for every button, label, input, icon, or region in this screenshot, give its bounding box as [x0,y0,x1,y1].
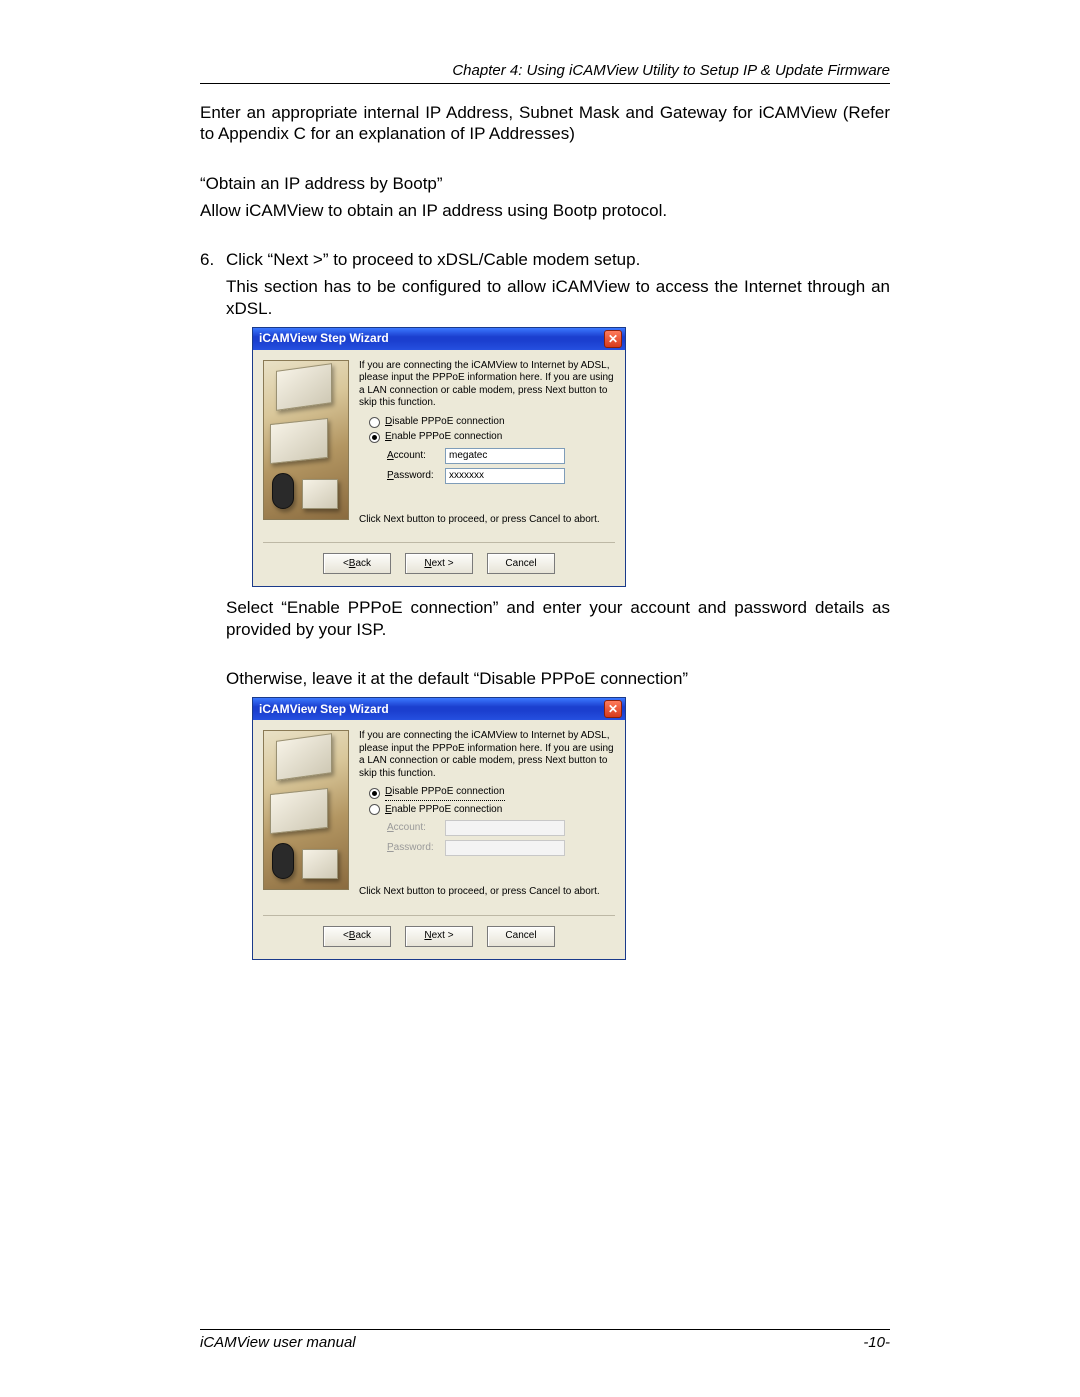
radio-icon [369,432,380,443]
paragraph-click-next: Click “Next >” to proceed to xDSL/Cable … [226,249,890,270]
footer-divider [200,1329,890,1330]
dialog-titlebar[interactable]: iCAMView Step Wizard ✕ [253,328,625,350]
footer-left: iCAMView user manual [200,1334,356,1351]
radio-disable-pppoe[interactable]: Disable PPPoE connection [369,416,615,429]
paragraph-disable-desc: Otherwise, leave it at the default “Disa… [226,668,890,689]
back-button[interactable]: < Back [323,926,391,947]
document-page: Chapter 4: Using iCAMView Utility to Set… [0,0,1080,1397]
paragraph-enable-desc: Select “Enable PPPoE connection” and ent… [226,597,890,640]
wizard-dialog-disable: iCAMView Step Wizard ✕ If you are connec… [252,697,626,960]
account-row: Account: megatec [387,448,615,464]
password-row: Password: [387,840,615,856]
page-footer: iCAMView user manual -10- [200,1321,890,1351]
close-icon[interactable]: ✕ [604,330,622,348]
radio-enable-pppoe[interactable]: Enable PPPoE connection [369,804,615,817]
radio-enable-pppoe[interactable]: Enable PPPoE connection [369,431,615,444]
radio-icon [369,417,380,428]
paragraph-ip: Enter an appropriate internal IP Address… [200,102,890,145]
dialog-titlebar[interactable]: iCAMView Step Wizard ✕ [253,698,625,720]
paragraph-xdsl: This section has to be configured to all… [226,276,890,319]
header-divider [200,83,890,84]
dialog-instruction: If you are connecting the iCAMView to In… [359,730,615,780]
next-button[interactable]: Next > [405,926,473,947]
account-input[interactable]: megatec [445,448,565,464]
wizard-dialog-enable: iCAMView Step Wizard ✕ If you are connec… [252,327,626,588]
cancel-button[interactable]: Cancel [487,553,555,574]
next-button[interactable]: Next > [405,553,473,574]
dialog-instruction: If you are connecting the iCAMView to In… [359,360,615,410]
account-row: Account: [387,820,615,836]
radio-icon [369,788,380,799]
dialog-proceed-text: Click Next button to proceed, or press C… [359,886,615,899]
paragraph-bootp-desc: Allow iCAMView to obtain an IP address u… [200,200,890,221]
body-content: Enter an appropriate internal IP Address… [200,102,890,970]
password-input [445,840,565,856]
close-icon[interactable]: ✕ [604,700,622,718]
footer-right: -10- [863,1334,890,1351]
dialog-title: iCAMView Step Wizard [259,702,389,717]
account-input [445,820,565,836]
password-row: Password: xxxxxxx [387,468,615,484]
list-item-6: 6. Click “Next >” to proceed to xDSL/Cab… [200,249,890,970]
password-input[interactable]: xxxxxxx [445,468,565,484]
back-button[interactable]: < Back [323,553,391,574]
dialog-illustration [263,360,349,520]
list-number: 6. [200,249,226,970]
dialog-proceed-text: Click Next button to proceed, or press C… [359,514,615,527]
radio-disable-pppoe[interactable]: Disable PPPoE connection [369,786,615,801]
dialog-title: iCAMView Step Wizard [259,331,389,346]
paragraph-bootp-title: “Obtain an IP address by Bootp” [200,173,890,194]
page-header: Chapter 4: Using iCAMView Utility to Set… [200,62,890,79]
radio-icon [369,804,380,815]
cancel-button[interactable]: Cancel [487,926,555,947]
dialog-illustration [263,730,349,890]
